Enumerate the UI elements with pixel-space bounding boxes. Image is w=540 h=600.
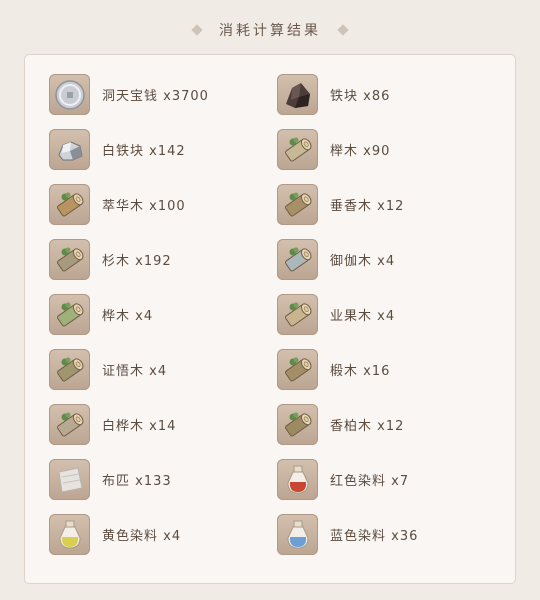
material-label: 洞天宝钱 x3700: [102, 89, 209, 104]
material-label: 杉木 x192: [102, 254, 172, 269]
red-dye-bottle-icon: [277, 459, 318, 500]
material-label: 御伽木 x4: [330, 254, 396, 269]
materials-panel: 洞天宝钱 x3700 白铁块 x142 萃华木 x100 杉木 x192 桦木 x4 证悟…: [24, 54, 516, 584]
material-item: 蓝色染料 x36: [277, 507, 418, 562]
log-icon: [277, 294, 318, 335]
material-label: 证悟木 x4: [102, 364, 168, 379]
log-icon: [277, 349, 318, 390]
material-label: 铁块 x86: [330, 89, 391, 104]
log-icon: [49, 349, 90, 390]
material-item: 椴木 x16: [277, 342, 418, 397]
material-label: 业果木 x4: [330, 309, 396, 324]
material-item: 黄色染料 x4: [49, 507, 209, 562]
cloth-icon: [49, 459, 90, 500]
material-label: 白铁块 x142: [102, 144, 186, 159]
material-label: 白桦木 x14: [102, 419, 177, 434]
material-label: 红色染料 x7: [330, 474, 410, 489]
log-icon: [277, 184, 318, 225]
log-icon: [49, 184, 90, 225]
log-icon: [277, 239, 318, 280]
material-item: 布匹 x133: [49, 452, 209, 507]
material-label: 榉木 x90: [330, 144, 391, 159]
material-label: 蓝色染料 x36: [330, 529, 419, 544]
material-label: 桦木 x4: [102, 309, 154, 324]
material-item: 垂香木 x12: [277, 177, 418, 232]
log-icon: [49, 404, 90, 445]
material-item: 香柏木 x12: [277, 397, 418, 452]
material-item: 证悟木 x4: [49, 342, 209, 397]
material-item: 杉木 x192: [49, 232, 209, 287]
materials-column-right: 铁块 x86 榉木 x90 垂香木 x12 御伽木 x4 业果木 x4 椴木 x16 香柏木…: [277, 67, 418, 562]
material-item: 红色染料 x7: [277, 452, 418, 507]
log-icon: [49, 239, 90, 280]
log-icon: [277, 129, 318, 170]
material-item: 白铁块 x142: [49, 122, 209, 177]
materials-column-left: 洞天宝钱 x3700 白铁块 x142 萃华木 x100 杉木 x192 桦木 x4 证悟…: [49, 67, 209, 562]
page-title: 消耗计算结果: [219, 23, 321, 39]
log-icon: [49, 294, 90, 335]
diamond-ornament-icon: [191, 24, 203, 36]
material-item: 御伽木 x4: [277, 232, 418, 287]
white-iron-chunk-icon: [49, 129, 90, 170]
material-label: 布匹 x133: [102, 474, 172, 489]
log-icon: [277, 404, 318, 445]
diamond-ornament-icon: [337, 24, 349, 36]
yellow-dye-bottle-icon: [49, 514, 90, 555]
material-label: 香柏木 x12: [330, 419, 405, 434]
material-item: 桦木 x4: [49, 287, 209, 342]
material-item: 洞天宝钱 x3700: [49, 67, 209, 122]
iron-chunk-icon: [277, 74, 318, 115]
material-item: 白桦木 x14: [49, 397, 209, 452]
material-item: 萃华木 x100: [49, 177, 209, 232]
material-label: 萃华木 x100: [102, 199, 186, 214]
material-item: 业果木 x4: [277, 287, 418, 342]
material-label: 黄色染料 x4: [102, 529, 182, 544]
material-label: 椴木 x16: [330, 364, 391, 379]
material-label: 垂香木 x12: [330, 199, 405, 214]
material-item: 铁块 x86: [277, 67, 418, 122]
material-item: 榉木 x90: [277, 122, 418, 177]
blue-dye-bottle-icon: [277, 514, 318, 555]
result-header: 消耗计算结果: [0, 18, 540, 42]
coin-icon: [49, 74, 90, 115]
